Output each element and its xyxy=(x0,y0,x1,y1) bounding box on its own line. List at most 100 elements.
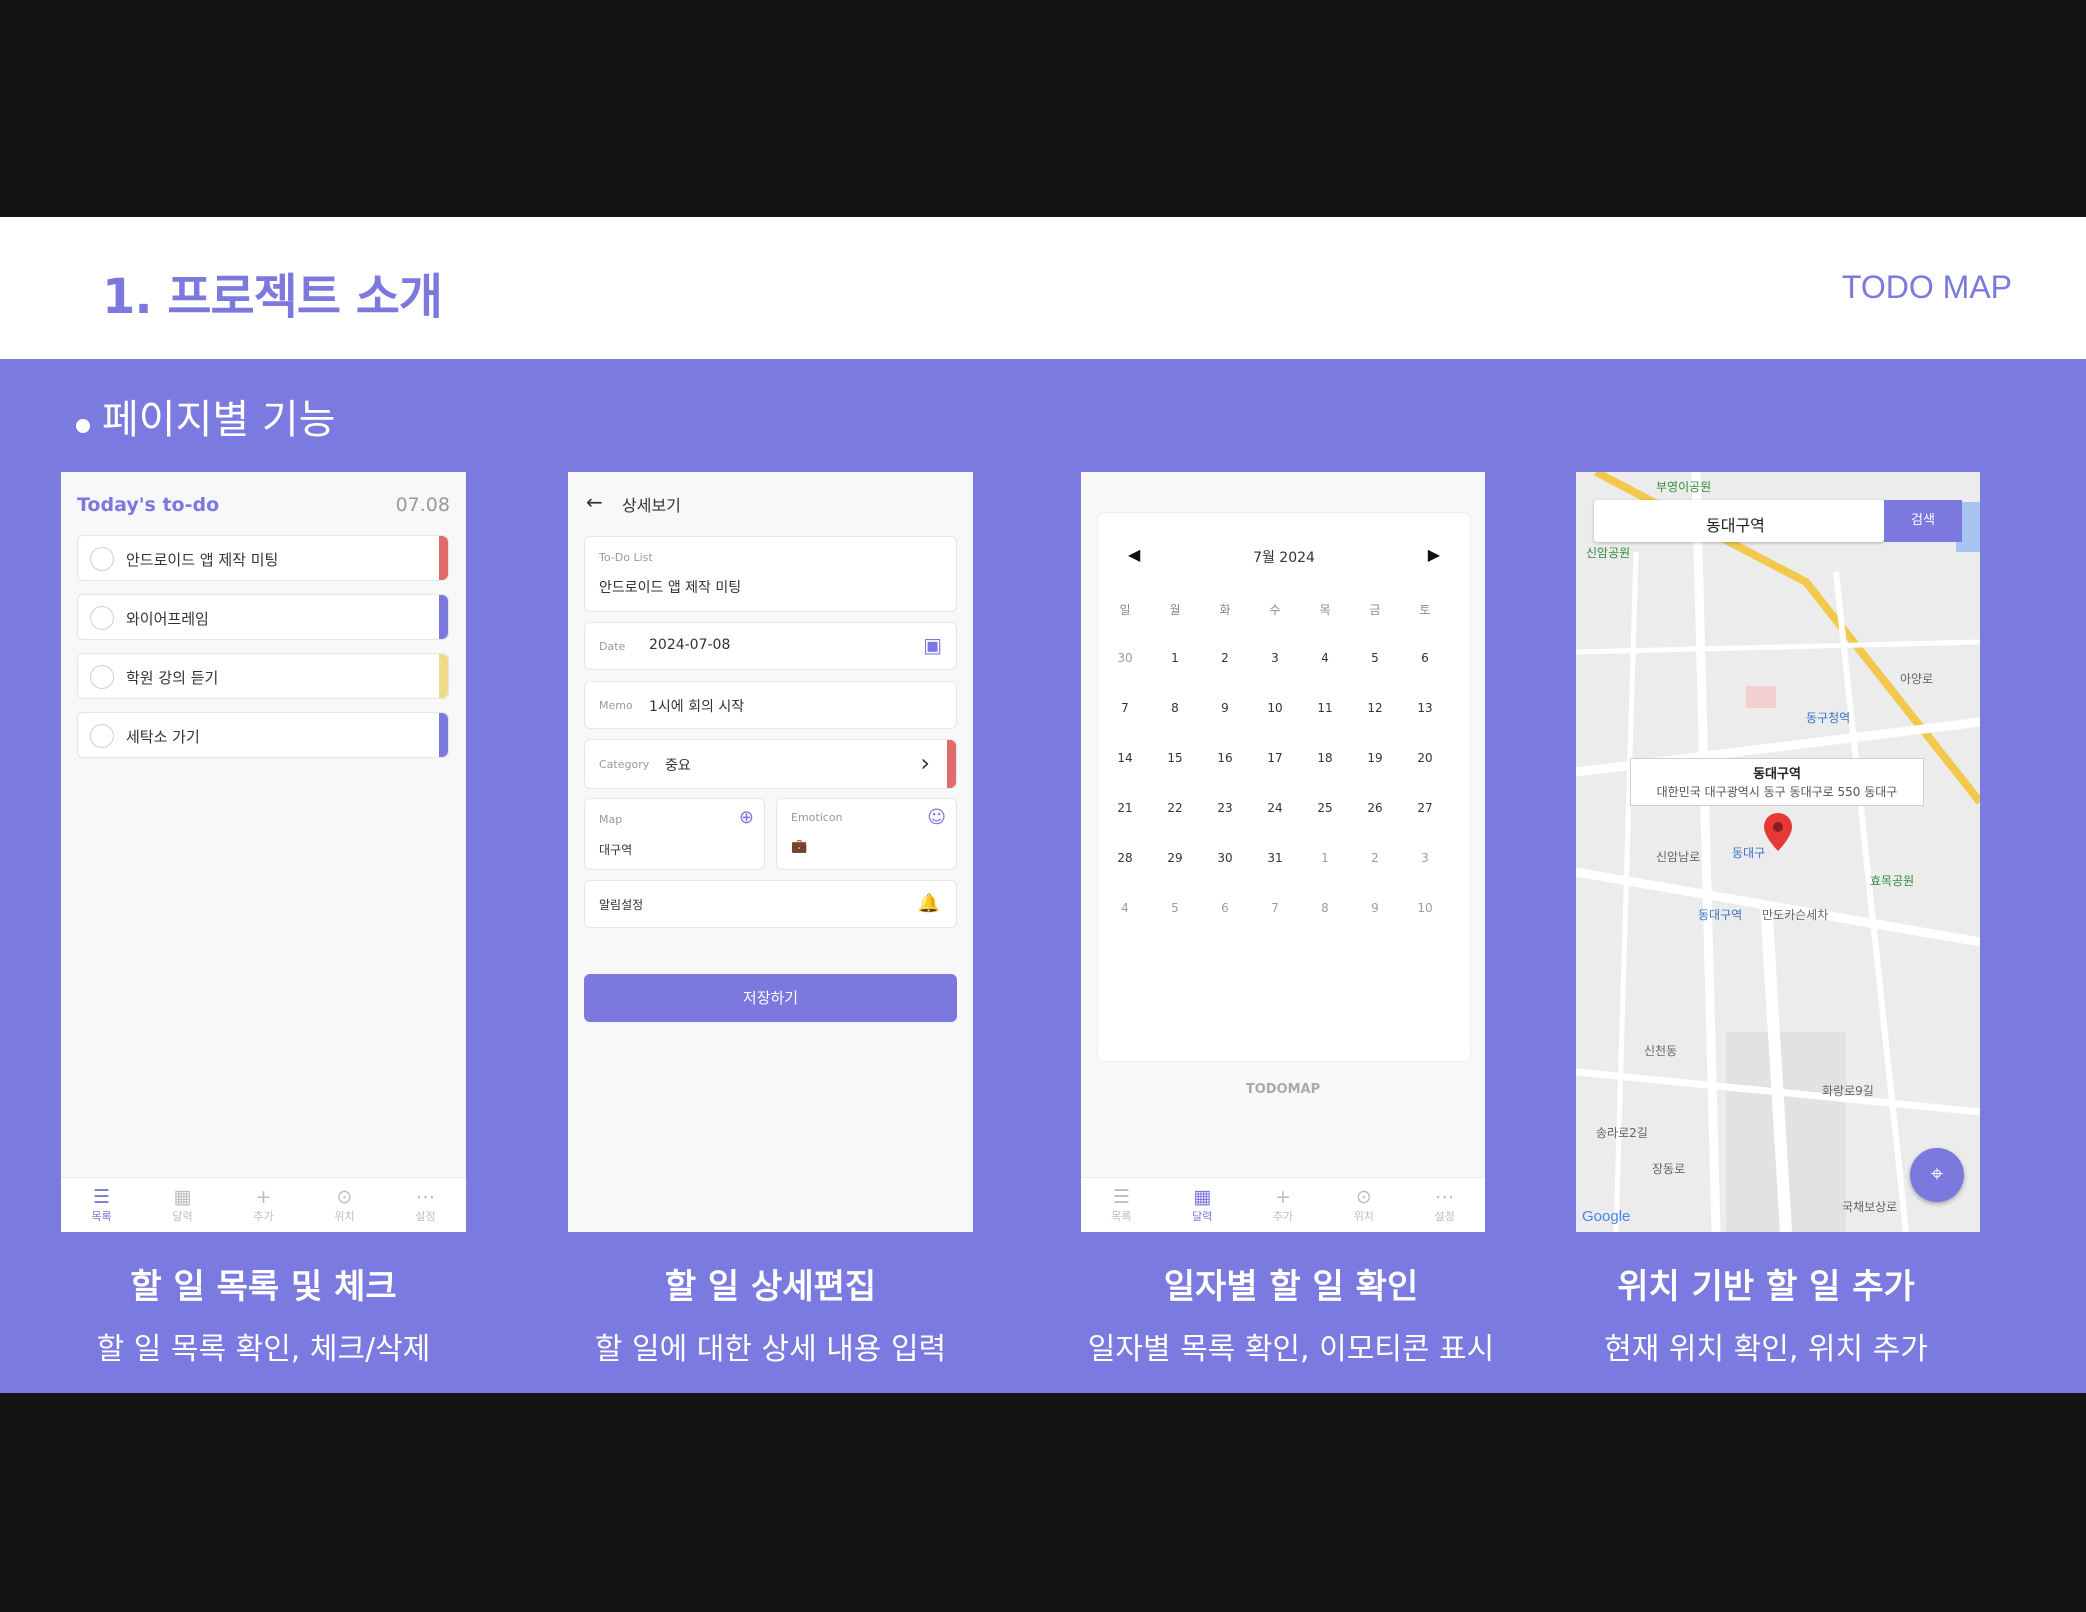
calendar-day[interactable]: 2 xyxy=(1355,851,1395,865)
chevron-right-icon[interactable]: › xyxy=(920,749,930,777)
calendar-day[interactable]: 13 xyxy=(1405,701,1445,715)
calendar-day[interactable]: 30 xyxy=(1105,651,1145,665)
todo-item[interactable]: 세탁소 가기 xyxy=(77,712,449,758)
plus-icon: + xyxy=(1275,1186,1291,1208)
calendar-day[interactable]: 7 xyxy=(1255,901,1295,915)
calendar-day[interactable]: 2 xyxy=(1205,651,1245,665)
calendar-day[interactable]: 5 xyxy=(1155,901,1195,915)
map-label: Map xyxy=(599,813,623,826)
calendar-day[interactable]: 26 xyxy=(1355,801,1395,815)
calendar-day[interactable]: 25 xyxy=(1305,801,1345,815)
todo-item[interactable]: 학원 강의 듣기 xyxy=(77,653,449,699)
map-view[interactable]: 동대구역 검색 부영이공원 신암공원 동구청역 아양로 신암남로 동대구 효목공… xyxy=(1576,472,1980,1232)
nav-item-location[interactable]: ⊙ 위치 xyxy=(304,1178,385,1232)
calendar-day[interactable]: 16 xyxy=(1205,751,1245,765)
calendar-day[interactable]: 29 xyxy=(1155,851,1195,865)
nav-item-calendar[interactable]: ▦ 달력 xyxy=(142,1178,223,1232)
nav-item-location[interactable]: ⊙ 위치 xyxy=(1323,1178,1404,1232)
panel-caption: 할 일 목록 및 체크 xyxy=(130,1267,397,1307)
calendar-day[interactable]: 4 xyxy=(1105,901,1145,915)
checkbox-icon[interactable] xyxy=(90,547,114,571)
calendar-day[interactable]: 9 xyxy=(1205,701,1245,715)
nav-item-add[interactable]: + 추가 xyxy=(1243,1178,1324,1232)
panel-description: 현재 위치 확인, 위치 추가 xyxy=(1604,1332,1928,1367)
checkbox-icon[interactable] xyxy=(90,724,114,748)
calendar-day[interactable]: 19 xyxy=(1355,751,1395,765)
calendar-day[interactable]: 18 xyxy=(1305,751,1345,765)
calendar-day[interactable]: 31 xyxy=(1255,851,1295,865)
search-button[interactable]: 검색 xyxy=(1884,500,1962,542)
nav-item-list[interactable]: ☰ 목록 xyxy=(1081,1178,1162,1232)
calendar-day[interactable]: 10 xyxy=(1405,901,1445,915)
calendar-day[interactable]: 22 xyxy=(1155,801,1195,815)
date-field[interactable]: Date 2024-07-08 ▣ xyxy=(584,622,957,670)
calendar-day[interactable]: 27 xyxy=(1405,801,1445,815)
todo-item-label: 학원 강의 듣기 xyxy=(126,669,219,687)
todo-date: 07.08 xyxy=(395,494,450,516)
calendar-day[interactable]: 23 xyxy=(1205,801,1245,815)
calendar-day[interactable]: 6 xyxy=(1405,651,1445,665)
add-alarm-icon[interactable]: 🔔 xyxy=(918,893,940,914)
nav-item-add[interactable]: + 추가 xyxy=(223,1178,304,1232)
calendar-day[interactable]: 5 xyxy=(1355,651,1395,665)
nav-item-settings[interactable]: ⋯ 설정 xyxy=(1404,1178,1485,1232)
weekday-label: 화 xyxy=(1219,603,1231,617)
place-info-window[interactable]: 동대구역 대한민국 대구광역시 동구 동대구로 550 동대구 xyxy=(1630,758,1924,806)
calendar-day[interactable]: 24 xyxy=(1255,801,1295,815)
calendar-day[interactable]: 8 xyxy=(1305,901,1345,915)
calendar-day[interactable]: 11 xyxy=(1305,701,1345,715)
calendar-day[interactable]: 4 xyxy=(1305,651,1345,665)
calendar-day[interactable]: 12 xyxy=(1355,701,1395,715)
map-label: 송라로2길 xyxy=(1596,1126,1648,1140)
panel-description: 할 일 목록 확인, 체크/삭제 xyxy=(96,1332,431,1367)
calendar-day[interactable]: 15 xyxy=(1155,751,1195,765)
category-field[interactable]: Category 중요 › xyxy=(584,739,957,789)
calendar-day[interactable]: 30 xyxy=(1205,851,1245,865)
todo-field-label: To-Do List xyxy=(599,551,653,564)
checkbox-icon[interactable] xyxy=(90,606,114,630)
emoticon-field[interactable]: Emoticon 💼 ☺ xyxy=(776,798,957,870)
todo-title: Today's to-do xyxy=(77,494,220,516)
calendar-day[interactable]: 9 xyxy=(1355,901,1395,915)
calendar-day[interactable]: 14 xyxy=(1105,751,1145,765)
todo-item[interactable]: 안드로이드 앱 제작 미팅 xyxy=(77,535,449,581)
calendar-day[interactable]: 3 xyxy=(1255,651,1295,665)
calendar-day[interactable]: 1 xyxy=(1155,651,1195,665)
nav-item-settings[interactable]: ⋯ 설정 xyxy=(385,1178,466,1232)
todo-field[interactable]: To-Do List 안드로이드 앱 제작 미팅 xyxy=(584,536,957,612)
weekday-label: 일 xyxy=(1119,603,1131,617)
calendar-day[interactable]: 17 xyxy=(1255,751,1295,765)
calendar-day[interactable]: 10 xyxy=(1255,701,1295,715)
nav-item-calendar[interactable]: ▦ 달력 xyxy=(1162,1178,1243,1232)
current-location-button[interactable]: ⌖ xyxy=(1910,1148,1964,1202)
calendar-footer: TODOMAP xyxy=(1245,1082,1321,1097)
map-value: 대구역 xyxy=(599,843,633,857)
save-button[interactable]: 저장하기 xyxy=(584,974,957,1022)
detail-screen: ← 상세보기 To-Do List 안드로이드 앱 제작 미팅 Date 202… xyxy=(568,472,973,1232)
memo-field[interactable]: Memo 1시에 회의 시작 xyxy=(584,681,957,729)
todo-item[interactable]: 와이어프레임 xyxy=(77,594,449,640)
calendar-day[interactable]: 8 xyxy=(1155,701,1195,715)
add-emoticon-icon[interactable]: ☺ xyxy=(927,807,946,828)
next-month-icon[interactable]: ▶ xyxy=(1428,545,1440,564)
add-location-icon[interactable]: ⊕ xyxy=(739,807,754,828)
calendar-day[interactable]: 1 xyxy=(1305,851,1345,865)
map-label: 부영이공원 xyxy=(1656,480,1712,494)
calendar-icon[interactable]: ▣ xyxy=(923,633,942,657)
calendar-day[interactable]: 3 xyxy=(1405,851,1445,865)
nav-item-list[interactable]: ☰ 목록 xyxy=(61,1178,142,1232)
emoticon-value: 💼 xyxy=(791,839,808,854)
map-pin-icon[interactable] xyxy=(1763,812,1793,852)
map-field[interactable]: Map 대구역 ⊕ xyxy=(584,798,765,870)
search-input[interactable]: 동대구역 xyxy=(1594,500,1884,542)
back-arrow-icon[interactable]: ← xyxy=(586,490,603,514)
calendar-day[interactable]: 21 xyxy=(1105,801,1145,815)
calendar-day[interactable]: 20 xyxy=(1405,751,1445,765)
alarm-field[interactable]: 알림설정 🔔 xyxy=(584,880,957,928)
calendar-day[interactable]: 7 xyxy=(1105,701,1145,715)
checkbox-icon[interactable] xyxy=(90,665,114,689)
map-label: 신암공원 xyxy=(1586,546,1631,560)
category-color-bar xyxy=(947,740,956,788)
calendar-day[interactable]: 6 xyxy=(1205,901,1245,915)
calendar-day[interactable]: 28 xyxy=(1105,851,1145,865)
